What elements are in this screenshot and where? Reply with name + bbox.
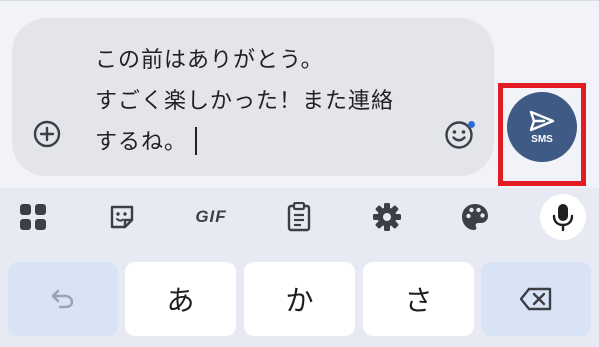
backspace-icon bbox=[519, 287, 552, 311]
message-text-content: この前はありがとう。 すごく楽しかった！また連絡 するね。 bbox=[95, 48, 395, 155]
theme-button[interactable] bbox=[454, 196, 496, 238]
apps-button[interactable] bbox=[12, 196, 54, 238]
apps-grid-icon bbox=[20, 204, 46, 230]
add-circle-icon bbox=[33, 120, 61, 148]
key-a-label: あ bbox=[166, 284, 195, 317]
key-sa-label: さ bbox=[404, 284, 433, 317]
key-ka[interactable]: か bbox=[244, 262, 355, 336]
add-attachment-button[interactable] bbox=[31, 118, 63, 150]
keyboard: GIF あ か さ bbox=[0, 188, 599, 347]
sticker-button[interactable] bbox=[101, 196, 143, 238]
voice-input-button[interactable] bbox=[540, 194, 586, 240]
settings-button[interactable] bbox=[366, 196, 408, 238]
send-label: SMS bbox=[531, 134, 553, 145]
message-input[interactable]: この前はありがとう。 すごく楽しかった！また連絡 するね。 bbox=[12, 18, 494, 176]
palette-icon bbox=[462, 204, 488, 230]
key-a[interactable]: あ bbox=[125, 262, 236, 336]
undo-key[interactable] bbox=[8, 262, 118, 336]
gif-button[interactable]: GIF bbox=[186, 196, 236, 238]
emoji-button[interactable] bbox=[442, 118, 476, 152]
message-text[interactable]: この前はありがとう。 すごく楽しかった！また連絡 するね。 bbox=[95, 40, 455, 163]
backspace-key[interactable] bbox=[481, 262, 591, 336]
notification-dot bbox=[468, 121, 475, 128]
send-sms-button[interactable]: SMS bbox=[507, 92, 577, 162]
undo-icon bbox=[51, 289, 74, 309]
text-cursor bbox=[195, 127, 198, 155]
sticker-icon bbox=[110, 205, 134, 229]
gif-label: GIF bbox=[195, 207, 227, 226]
key-ka-label: か bbox=[285, 284, 314, 317]
mic-icon bbox=[552, 204, 574, 232]
send-icon bbox=[529, 110, 555, 132]
clipboard-button[interactable] bbox=[278, 196, 320, 238]
message-compose-area: この前はありがとう。 すごく楽しかった！また連絡 するね。 SMS bbox=[0, 0, 599, 188]
clipboard-icon bbox=[287, 202, 311, 232]
key-sa[interactable]: さ bbox=[363, 262, 474, 336]
gear-icon bbox=[373, 203, 401, 231]
